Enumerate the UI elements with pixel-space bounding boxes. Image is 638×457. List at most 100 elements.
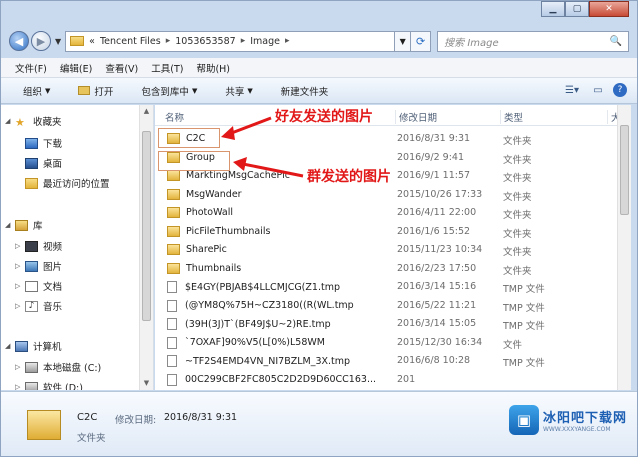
sidebar-item-downloads[interactable]: 下载 [25, 135, 62, 151]
sidebar-item-libraries[interactable]: ◢ 库 [5, 217, 43, 233]
table-row[interactable]: PhotoWall 2016/4/11 22:00 文件夹 [155, 204, 615, 222]
breadcrumb-tencent-files[interactable]: Tencent Files [100, 36, 161, 47]
watermark-url: WWW.XXXYANGE.COM [542, 426, 611, 433]
file-name: `7OXAF]90%V5(L[0%)L58WM [185, 337, 325, 348]
column-name[interactable]: 名称 [165, 110, 184, 124]
menu-help[interactable]: 帮助(H) [196, 61, 230, 75]
file-name-cell[interactable]: $E4GY(PBJAB$4LLCMJCG(Z1.tmp [167, 281, 387, 293]
scrollbar-thumb[interactable] [142, 131, 151, 321]
table-row[interactable]: MsgWander 2015/10/26 17:33 文件夹 [155, 186, 615, 204]
expand-icon[interactable]: ▷ [15, 363, 23, 371]
help-icon[interactable]: ? [613, 83, 627, 97]
include-library-button[interactable]: 包含到库中 ▼ [141, 84, 197, 98]
file-name-cell[interactable]: (39H(3J)T`(BF49J$U~2)RE.tmp [167, 318, 387, 330]
sidebar-item-videos[interactable]: ▷ 视频 [15, 238, 62, 254]
scrollbar-thumb[interactable] [620, 125, 629, 215]
sidebar-scrollbar[interactable]: ▲ ▼ [139, 105, 153, 390]
table-row[interactable]: ~TF2S4EMD4VN_NI7BZLM_3X.tmp 2016/6/8 10:2… [155, 352, 615, 370]
menu-bar: 文件(F) 编辑(E) 查看(V) 工具(T) 帮助(H) [1, 58, 637, 78]
table-row[interactable]: (@YM8Q%75H~CZ3180((R(WL.tmp 2016/5/22 11:… [155, 297, 615, 315]
table-row[interactable]: `7OXAF]90%V5(L[0%)L58WM 2015/12/30 16:34 文… [155, 334, 615, 352]
table-row[interactable]: SharePic 2015/11/23 10:34 文件夹 [155, 241, 615, 259]
table-row[interactable]: $E4GY(PBJAB$4LLCMJCG(Z1.tmp 2016/3/14 15:… [155, 278, 615, 296]
sidebar-item-recent[interactable]: 最近访问的位置 [25, 175, 110, 191]
expand-icon[interactable]: ◢ [5, 117, 13, 125]
menu-view[interactable]: 查看(V) [105, 61, 138, 75]
menu-tools[interactable]: 工具(T) [151, 61, 183, 75]
breadcrumb-image[interactable]: Image [250, 36, 280, 47]
address-bar[interactable]: « Tencent Files ▸ 1053653587 ▸ Image ▸ [65, 30, 396, 52]
menu-file[interactable]: 文件(F) [15, 61, 47, 75]
expand-icon[interactable]: ▷ [15, 282, 23, 290]
file-name: SharePic [186, 244, 227, 255]
sidebar-item-computer[interactable]: ◢ 计算机 [5, 338, 62, 354]
expand-icon[interactable]: ◢ [5, 342, 13, 350]
sidebar-item-desktop[interactable]: 桌面 [25, 155, 62, 171]
menu-edit[interactable]: 编辑(E) [60, 61, 92, 75]
breadcrumb-separator-icon[interactable]: ▸ [241, 36, 246, 46]
table-row[interactable]: Thumbnails 2016/2/23 17:50 文件夹 [155, 260, 615, 278]
preview-pane-icon[interactable]: ▭ [587, 82, 609, 99]
table-row[interactable]: 00C299CBF2FC805C2D2D9D60CC163... 201 [155, 371, 615, 389]
file-name-cell[interactable]: MsgWander [167, 188, 387, 200]
file-type: 文件夹 [503, 210, 532, 221]
refresh-icon[interactable]: ⟳ [411, 30, 432, 52]
file-name-cell[interactable]: Thumbnails [167, 262, 387, 274]
sidebar-label: 图片 [43, 262, 63, 273]
address-overflow[interactable]: « [89, 36, 95, 47]
share-button[interactable]: 共享 ▼ [225, 84, 252, 98]
view-options-icon[interactable]: ☰▾ [561, 82, 583, 99]
table-row[interactable]: (39H(3J)T`(BF49J$U~2)RE.tmp 2016/3/14 15:… [155, 315, 615, 333]
file-date: 2016/6/8 10:28 [397, 355, 471, 366]
expand-icon[interactable]: ▷ [15, 383, 23, 390]
new-folder-button[interactable]: 新建文件夹 [281, 84, 329, 98]
address-dropdown-icon[interactable]: ▼ [395, 30, 412, 52]
sidebar-item-music[interactable]: ▷ ♪ 音乐 [15, 298, 62, 314]
table-row[interactable]: C2C 2016/8/31 9:31 文件夹 [155, 130, 615, 148]
organize-button[interactable]: 组织 ▼ [23, 84, 50, 98]
file-date: 2015/11/23 10:34 [397, 244, 483, 255]
breadcrumb-qq-number[interactable]: 1053653587 [175, 36, 235, 47]
open-button[interactable]: 打开 [78, 84, 113, 98]
sidebar-item-software-d[interactable]: ▷ 软件 (D:) [15, 379, 83, 390]
file-name-cell[interactable]: PicFileThumbnails [167, 225, 387, 237]
file-type: TMP 文件 [503, 284, 545, 295]
file-name-cell[interactable]: `7OXAF]90%V5(L[0%)L58WM [167, 336, 387, 349]
file-list-scrollbar[interactable] [617, 105, 631, 390]
breadcrumb-separator-icon[interactable]: ▸ [285, 36, 290, 46]
minimize-button[interactable]: ▁ [541, 1, 565, 17]
file-name-cell[interactable]: 00C299CBF2FC805C2D2D9D60CC163... [167, 373, 387, 386]
column-date[interactable]: 修改日期 [395, 110, 437, 124]
file-name-cell[interactable]: (@YM8Q%75H~CZ3180((R(WL.tmp [167, 299, 387, 312]
search-input[interactable]: 搜索 Image 🔍 [437, 30, 629, 52]
sidebar-item-pictures[interactable]: ▷ 图片 [15, 258, 62, 274]
computer-icon [15, 340, 28, 352]
table-row[interactable]: PicFileThumbnails 2016/1/6 15:52 文件夹 [155, 223, 615, 241]
sidebar-item-favorites[interactable]: ◢ ★ 收藏夹 [5, 113, 62, 129]
window-controls: ▁ ▢ ✕ [541, 1, 629, 17]
expand-icon[interactable]: ▷ [15, 262, 23, 270]
forward-button[interactable]: ▶ [31, 31, 51, 51]
scroll-up-icon[interactable]: ▲ [140, 105, 153, 118]
maximize-button[interactable]: ▢ [565, 1, 589, 17]
file-type: 文件夹 [503, 265, 532, 277]
search-icon[interactable]: 🔍 [610, 36, 622, 47]
sidebar-item-local-disk-c[interactable]: ▷ 本地磁盘 (C:) [15, 359, 101, 375]
history-dropdown-icon[interactable]: ▼ [55, 37, 61, 46]
file-name-cell[interactable]: PhotoWall [167, 207, 387, 218]
expand-icon[interactable]: ◢ [5, 221, 13, 229]
file-date: 2016/3/14 15:05 [397, 318, 477, 329]
scroll-down-icon[interactable]: ▼ [140, 377, 153, 390]
expand-icon[interactable]: ▷ [15, 302, 23, 310]
expand-icon[interactable]: ▷ [15, 242, 23, 250]
back-button[interactable]: ◀ [9, 31, 29, 51]
file-type: 文件夹 [503, 154, 532, 166]
file-type: 文件夹 [503, 228, 532, 240]
column-type[interactable]: 类型 [500, 110, 523, 124]
file-type: 文件夹 [503, 173, 532, 184]
file-name-cell[interactable]: ~TF2S4EMD4VN_NI7BZLM_3X.tmp [167, 355, 387, 367]
sidebar-item-documents[interactable]: ▷ 文档 [15, 278, 62, 294]
breadcrumb-separator-icon[interactable]: ▸ [166, 36, 171, 46]
file-name-cell[interactable]: SharePic [167, 244, 387, 255]
close-button[interactable]: ✕ [589, 1, 629, 17]
